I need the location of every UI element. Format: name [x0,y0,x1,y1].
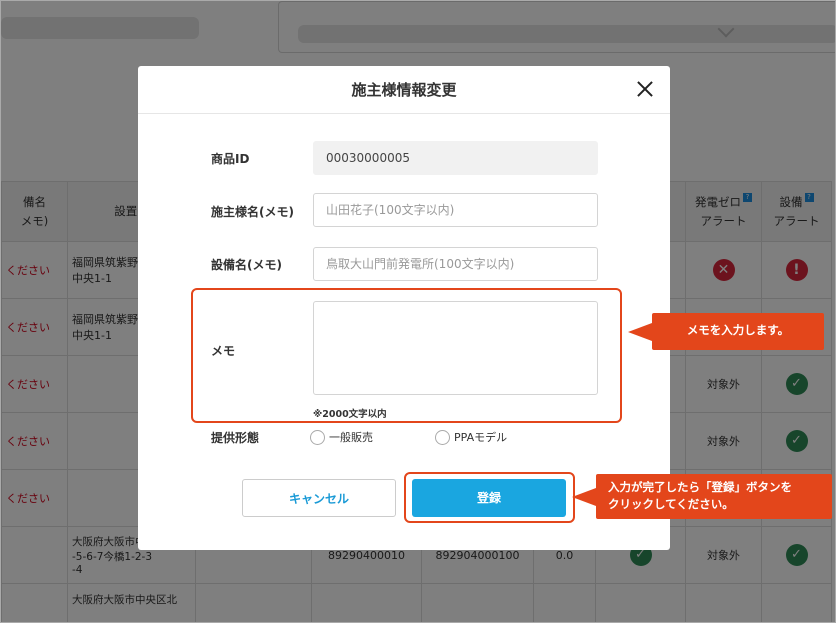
owner-name-label: 施主様名(メモ) [211,205,294,219]
provision-type-label: 提供形態 [211,431,260,445]
radio-label: 一般販売 [329,431,373,444]
close-icon[interactable] [634,78,656,100]
radio-general-sale[interactable]: 一般販売 [310,429,373,445]
callout-line: 入力が完了したら「登録」ボタンを [608,480,792,494]
equipment-name-label: 設備名(メモ) [211,258,282,272]
submit-highlight [404,472,575,523]
radio-label: PPAモデル [454,431,508,444]
radio-ppa-model[interactable]: PPAモデル [435,429,507,445]
modal-title: 施主様情報変更 [351,81,457,99]
radio-circle-icon [435,429,450,445]
modal-header: 施主様情報変更 [138,66,670,114]
product-id-field: 00030000005 [313,141,598,175]
cancel-button[interactable]: キャンセル [242,479,396,517]
callout-line: クリックしてください。 [608,497,734,512]
product-id-label: 商品ID [211,152,250,166]
app-frame: 備名メモ) 設置先 発電ゼロ?アラート 設備?アラート ください 福岡県筑紫野中… [0,0,836,623]
owner-name-input[interactable]: 山田花子(100文字以内) [313,193,598,227]
submit-callout: 入力が完了したら「登録」ボタンを クリックしてください。 [572,474,832,519]
equipment-name-input[interactable]: 鳥取大山門前発電所(100文字以内) [313,247,598,281]
memo-highlight [191,288,622,423]
radio-circle-icon [310,429,325,445]
memo-callout: メモを入力します。 [628,313,824,350]
